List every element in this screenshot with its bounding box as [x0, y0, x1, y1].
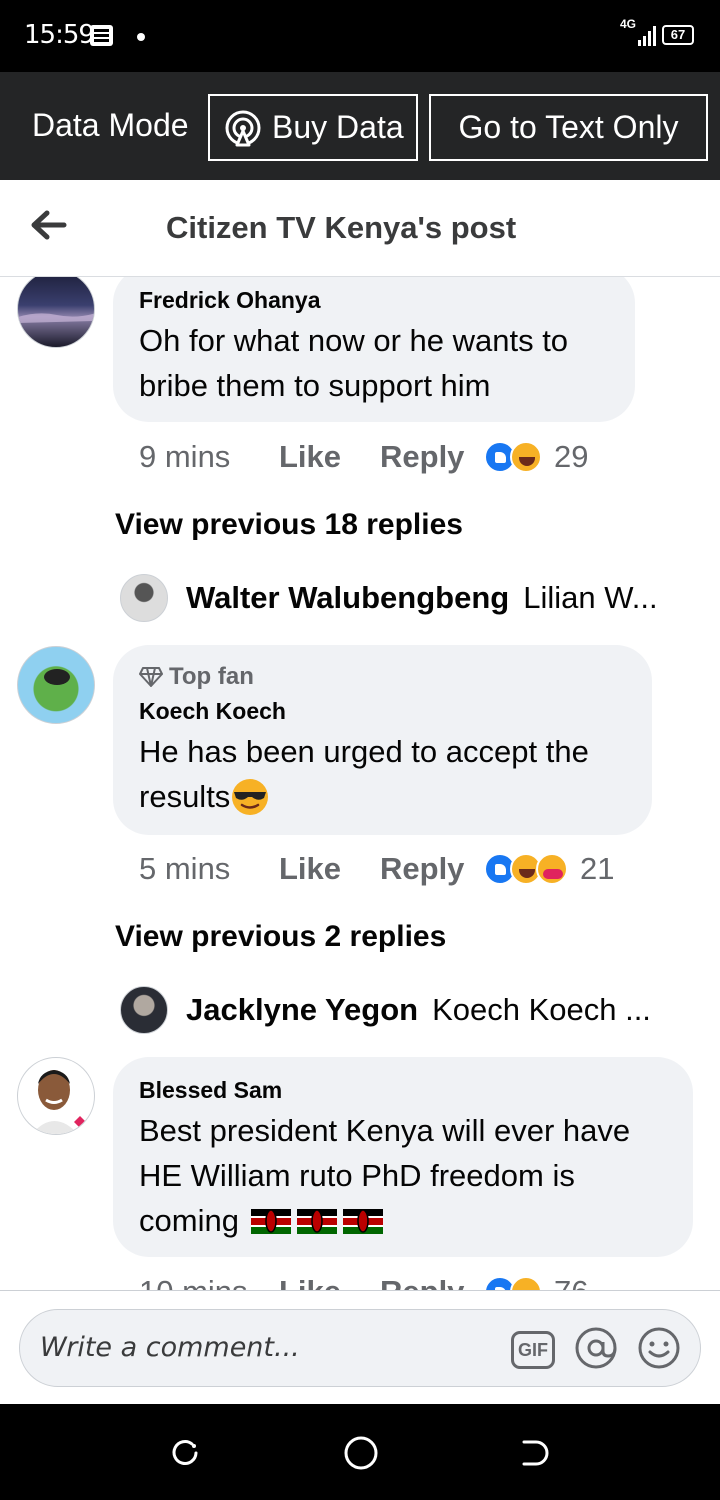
comment-author[interactable]: Koech Koech: [139, 698, 286, 725]
gif-icon[interactable]: GIF: [511, 1331, 555, 1369]
sunglasses-emoji: [232, 779, 269, 815]
reply-author: Jacklyne Yegon: [186, 992, 419, 1027]
comment-time: 9 mins: [139, 439, 231, 474]
reactions[interactable]: [484, 853, 568, 885]
comment-author[interactable]: Fredrick Ohanya: [139, 287, 321, 314]
recent-apps-icon[interactable]: [170, 1438, 200, 1468]
haha-reaction-icon: [510, 441, 542, 473]
like-button[interactable]: Like: [279, 1274, 380, 1290]
avatar: [120, 574, 168, 622]
top-fan-label: Top fan: [169, 663, 254, 690]
comment-text: Oh for what now or he wants to: [139, 323, 569, 358]
reaction-count[interactable]: 21: [580, 851, 614, 887]
comment-text-line: results: [139, 774, 270, 820]
back-nav-icon[interactable]: [520, 1438, 550, 1468]
comment-meta: 5 mins Like Reply 21: [139, 849, 614, 889]
comment-text: Best president Kenya will ever have: [139, 1113, 631, 1148]
avatar[interactable]: [17, 1057, 95, 1135]
broadcast-icon: [224, 109, 262, 147]
system-nav-bar: [0, 1404, 720, 1500]
arrow-left-icon[interactable]: [28, 205, 68, 245]
status-time: 15:59: [24, 20, 95, 50]
reply-button[interactable]: Reply: [380, 851, 484, 887]
comments-list[interactable]: Fredrick Ohanya Oh for what now or he wa…: [0, 277, 720, 1290]
battery-indicator: 67: [662, 25, 694, 45]
reactions[interactable]: [484, 441, 542, 473]
smile-icon[interactable]: [637, 1326, 681, 1370]
comment-text-line: coming: [139, 1198, 387, 1244]
text-only-button[interactable]: Go to Text Only: [429, 94, 708, 161]
comment-bubble[interactable]: Fredrick Ohanya Oh for what now or he wa…: [113, 277, 635, 422]
reply-preview[interactable]: Walter Walubengbeng Lilian W...: [120, 574, 658, 622]
comment-meta: 9 mins Like Reply 29: [139, 437, 588, 477]
comment-text: HE William ruto PhD freedom is: [139, 1158, 575, 1193]
comment-bubble[interactable]: Blessed Sam Best president Kenya will ev…: [113, 1057, 693, 1257]
diamond-icon: [139, 667, 163, 687]
notification-dot-icon: [137, 33, 145, 41]
comment-time: 5 mins: [139, 851, 231, 886]
avatar[interactable]: [17, 646, 95, 724]
comment-bubble[interactable]: Top fan Koech Koech He has been urged to…: [113, 645, 652, 835]
kenya-flag-emoji: [249, 1205, 387, 1237]
home-icon[interactable]: [344, 1436, 378, 1470]
reply-preview-text: Koech Koech ...: [432, 992, 651, 1027]
comment-author[interactable]: Blessed Sam: [139, 1077, 282, 1104]
at-icon[interactable]: [574, 1326, 618, 1370]
reply-preview-text: Lilian W...: [523, 580, 658, 615]
network-type: 4G: [620, 17, 637, 31]
comment-text: bribe them to support him: [139, 368, 491, 403]
comment-text: results: [139, 779, 231, 814]
data-mode-label: Data Mode: [32, 107, 189, 143]
status-bar: 15:59 4G 67: [0, 0, 720, 72]
haha-reaction-icon: [510, 1276, 542, 1290]
message-notification-icon: [90, 25, 113, 46]
data-mode-bar: Data Mode Buy Data Go to Text Only: [0, 72, 720, 180]
signal-icon: [638, 24, 656, 46]
reaction-count[interactable]: 76: [554, 1274, 588, 1290]
reply-button[interactable]: Reply: [380, 1274, 484, 1290]
comment-meta: 10 mins Like Reply 76: [139, 1272, 588, 1290]
care-reaction-icon: [536, 853, 568, 885]
comment-composer: Write a comment... GIF: [0, 1290, 720, 1404]
reply-author: Walter Walubengbeng: [186, 580, 510, 615]
reply-preview[interactable]: Jacklyne Yegon Koech Koech ...: [120, 986, 651, 1034]
comment-text: coming: [139, 1203, 239, 1238]
like-button[interactable]: Like: [279, 439, 380, 475]
text-only-label: Go to Text Only: [458, 109, 679, 145]
post-header: Citizen TV Kenya's post: [0, 180, 720, 277]
comment-time: 10 mins: [139, 1274, 279, 1290]
buy-data-label: Buy Data: [272, 109, 404, 145]
avatar: [120, 986, 168, 1034]
like-button[interactable]: Like: [279, 851, 380, 887]
reactions[interactable]: [484, 1276, 542, 1290]
avatar[interactable]: [17, 277, 95, 348]
view-previous-replies[interactable]: View previous 2 replies: [115, 920, 446, 954]
buy-data-button[interactable]: Buy Data: [208, 94, 418, 161]
reaction-count[interactable]: 29: [554, 439, 588, 475]
top-fan-badge: Top fan: [139, 663, 254, 691]
page-title: Citizen TV Kenya's post: [166, 210, 517, 245]
reply-button[interactable]: Reply: [380, 439, 484, 475]
view-previous-replies[interactable]: View previous 18 replies: [115, 508, 463, 542]
comment-text: He has been urged to accept the: [139, 734, 589, 769]
